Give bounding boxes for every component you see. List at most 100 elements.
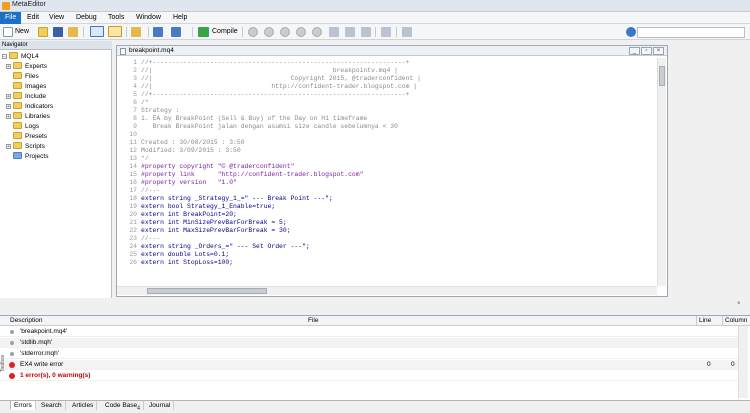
sort-icon[interactable] (153, 27, 163, 37)
tab-articles[interactable]: Articles (69, 401, 98, 410)
close-panel-icon[interactable]: × (737, 301, 747, 313)
code-line[interactable]: 4//| http://confident-trader.blogspot.co… (121, 83, 417, 91)
code-line[interactable]: 8 1. EA by BreakPoint (Sell & Buy) of the… (121, 115, 367, 123)
toolbox-scrollbar[interactable] (738, 326, 748, 398)
expand-icon[interactable]: + (6, 94, 11, 100)
save-icon[interactable] (53, 27, 63, 37)
scroll-thumb[interactable] (147, 288, 267, 294)
column-line[interactable]: Line (696, 316, 711, 326)
navigator-toggle-icon[interactable] (90, 26, 104, 37)
code-line[interactable]: 16 #property version "1.0" (121, 179, 237, 187)
table-row[interactable]: 'stdlib.mqh' (0, 338, 738, 348)
code-line[interactable]: 24 extern string _Orders_=" --- Set Order… (121, 243, 309, 251)
tab-search[interactable]: Search (38, 401, 66, 410)
arrow-right-icon[interactable] (381, 27, 391, 37)
expand-icon[interactable]: + (6, 144, 11, 150)
panel-splitter[interactable] (0, 299, 750, 315)
code-line[interactable]: 15 #property link "http://confident-trade… (121, 171, 363, 179)
menu-help[interactable]: Help (168, 12, 192, 24)
code-area[interactable]: 1//+------------------------------------… (121, 59, 653, 285)
new-file-icon[interactable] (3, 27, 13, 37)
code-line[interactable]: 9 Break BreakPoint jalan dengan asumsi s… (121, 123, 398, 131)
code-line[interactable]: 25 extern double Lots=0.1; (121, 251, 229, 259)
open-folder-icon[interactable] (38, 27, 48, 37)
tree-item-libraries[interactable]: + Libraries (6, 112, 50, 122)
code-line[interactable]: 3//| Copyright 2015, @traderconfident | (121, 75, 421, 83)
tab-journal[interactable]: Journal (146, 401, 175, 410)
code-line[interactable]: 6/* (121, 99, 149, 107)
code-line[interactable]: 21 extern int MinSizePrevBarForBreak = 5; (121, 219, 286, 227)
code-line[interactable]: 1//+------------------------------------… (121, 59, 409, 67)
code-line[interactable]: 22 extern int MaxSizePrevBarForBreak = 30… (121, 227, 290, 235)
indent-icon[interactable] (171, 27, 181, 37)
tree-item-scripts[interactable]: + Scripts (6, 142, 45, 152)
stop-icon[interactable] (296, 27, 306, 37)
code-line[interactable]: 20 extern int BreakPoint=20; (121, 211, 237, 219)
breakpoint-icon[interactable] (361, 27, 371, 37)
menu-tools[interactable]: Tools (103, 12, 129, 24)
column-description[interactable]: Description (0, 316, 43, 326)
window-icon[interactable] (402, 27, 412, 37)
table-row[interactable]: 'breakpoint.mq4' (0, 327, 738, 337)
code-line[interactable]: 7 Strategy : (121, 107, 179, 115)
code-line[interactable]: 18 extern string _Strategy_1_=" --- Break… (121, 195, 332, 203)
folder-dropdown-icon[interactable] (131, 27, 141, 37)
menu-view[interactable]: View (44, 12, 69, 24)
tree-item-include[interactable]: + Include (6, 92, 46, 102)
new-button-label[interactable]: New (15, 27, 29, 39)
expand-icon[interactable]: + (6, 64, 11, 70)
search-input[interactable] (637, 27, 745, 38)
pause-icon[interactable] (280, 27, 290, 37)
tab-errors[interactable]: Errors (10, 401, 36, 410)
tree-item-presets[interactable]: Presets (13, 132, 47, 142)
tree-item-logs[interactable]: Logs (13, 122, 39, 132)
vertical-scrollbar[interactable] (657, 58, 666, 286)
step-over-icon[interactable] (329, 27, 339, 37)
settings-gear-icon[interactable] (626, 27, 636, 37)
code-line[interactable]: 17//--- (121, 187, 160, 195)
tree-item-files[interactable]: Files (13, 72, 39, 82)
column-column[interactable]: Column (722, 316, 747, 326)
compile-button-label[interactable]: Compile (212, 27, 238, 39)
menu-window[interactable]: Window (131, 12, 166, 24)
save-all-icon[interactable] (68, 27, 78, 37)
tree-item-projects[interactable]: Projects (13, 152, 48, 162)
tree-item-experts[interactable]: + Experts (6, 62, 47, 72)
tree-item-indicators[interactable]: + Indicators (6, 102, 53, 112)
horizontal-scrollbar[interactable] (117, 286, 657, 295)
code-line[interactable]: 14 #property copyright "© @traderconfiden… (121, 163, 294, 171)
restore-icon[interactable]: ▫ (641, 47, 652, 55)
scroll-thumb[interactable] (659, 66, 665, 86)
close-icon[interactable]: × (653, 47, 664, 55)
tab-code-base[interactable]: Code Base4 (102, 401, 144, 411)
expand-icon[interactable]: + (6, 104, 11, 110)
code-line[interactable]: 11 Created : 30/08/2015 : 3:50 (121, 139, 244, 147)
code-line[interactable]: 2//| breakpointv.mq4 | (121, 67, 398, 75)
code-line[interactable]: 19 extern bool Strategy_1_Enable=true; (121, 203, 275, 211)
code-line[interactable]: 10 (121, 131, 141, 139)
table-row[interactable]: 1 error(s), 0 warning(s) (0, 371, 738, 381)
table-row[interactable]: 'stderror.mqh' (0, 349, 738, 359)
code-line[interactable]: 26 extern int StopLoss=100; (121, 259, 233, 267)
step-into-icon[interactable] (312, 27, 322, 37)
tree-root-mql4[interactable]: − MQL4 (2, 52, 39, 62)
compile-icon[interactable] (198, 27, 209, 37)
code-line[interactable]: 5//+------------------------------------… (121, 91, 409, 99)
step-out-icon[interactable] (345, 27, 355, 37)
play-icon[interactable] (264, 27, 274, 37)
tree-item-images[interactable]: Images (13, 82, 46, 92)
collapse-icon[interactable]: − (2, 54, 7, 60)
code-line[interactable]: 12 Modified: 3/09/2015 : 3:50 (121, 147, 240, 155)
code-line[interactable]: 13 */ (121, 155, 148, 163)
menu-debug[interactable]: Debug (71, 12, 102, 24)
expand-icon[interactable]: + (6, 114, 11, 120)
menu-file[interactable]: File (0, 12, 22, 24)
minimize-icon[interactable]: _ (629, 47, 640, 55)
table-row[interactable]: EX4 write error 0 0 (0, 360, 738, 370)
toolbox-toggle-icon[interactable] (108, 26, 122, 37)
menu-edit[interactable]: Edit (22, 12, 44, 24)
column-file[interactable]: File (306, 316, 318, 326)
code-line[interactable]: 23//--- (121, 235, 160, 243)
start-debug-icon[interactable] (248, 27, 258, 37)
editor-title-bar: breakpoint.mq4 _ ▫ × (117, 46, 667, 56)
